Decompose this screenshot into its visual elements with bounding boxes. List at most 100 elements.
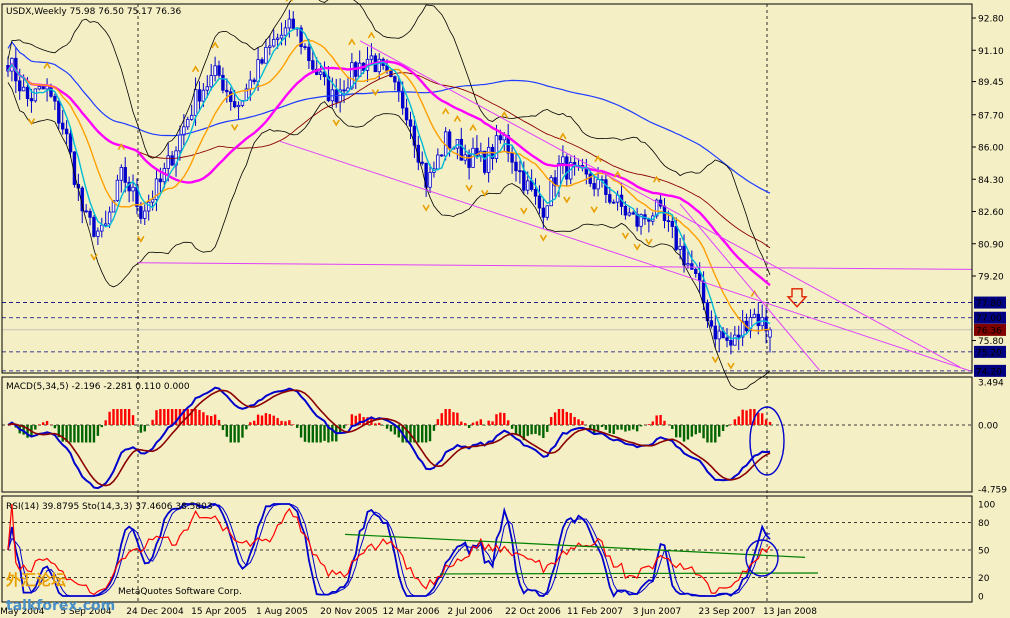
- macd-bar: [167, 409, 170, 425]
- macd-bar: [303, 425, 307, 442]
- candle-body: [103, 223, 108, 226]
- macd-bar: [88, 425, 92, 443]
- candle-body: [100, 224, 104, 232]
- candle-body: [756, 313, 760, 327]
- macd-bar: [632, 425, 635, 430]
- macd-bar: [577, 419, 580, 425]
- macd-bar: [194, 409, 197, 425]
- candle-body: [178, 134, 182, 152]
- macd-bar: [331, 425, 334, 442]
- candle-body: [592, 183, 596, 190]
- macd-bar: [452, 412, 455, 425]
- macd-bar: [471, 422, 475, 425]
- macd-bar: [45, 420, 49, 425]
- candle-body: [400, 90, 405, 109]
- candle-body: [752, 313, 757, 318]
- macd-bar: [596, 425, 600, 431]
- macd-y-tick-label: 3.494: [978, 379, 1004, 389]
- candle-body: [115, 179, 120, 202]
- macd-bar: [127, 409, 131, 425]
- macd-bar: [557, 409, 561, 425]
- candle-body: [545, 205, 549, 218]
- macd-bar: [421, 425, 424, 443]
- macd-bar: [600, 425, 604, 427]
- candle-body: [217, 65, 221, 76]
- macd-bar: [170, 409, 174, 425]
- macd-bar: [651, 421, 654, 425]
- macd-bar: [675, 425, 678, 438]
- candle-body: [107, 211, 112, 225]
- macd-bar: [436, 419, 440, 425]
- macd-bar: [108, 411, 111, 425]
- candle-body: [393, 76, 397, 83]
- candle-body: [123, 167, 127, 183]
- candle-body: [447, 131, 452, 149]
- osc-panel-header: RSI(14) 39.8795 Sto(14,3,3) 37.4606 38.5…: [6, 502, 213, 512]
- macd-bar: [428, 425, 432, 442]
- watermark-chinese: 外汇论坛: [5, 571, 66, 589]
- macd-bar: [624, 425, 627, 432]
- macd-bar: [96, 425, 100, 436]
- macd-bar: [100, 425, 103, 428]
- candle-body: [275, 37, 280, 40]
- candle-body: [627, 212, 632, 216]
- macd-bar: [581, 421, 584, 425]
- candle-body: [221, 74, 225, 91]
- candle-body: [197, 89, 202, 102]
- macd-bar: [510, 425, 514, 429]
- candle-body: [170, 155, 174, 166]
- candle-body: [690, 263, 694, 270]
- candle-body: [256, 59, 260, 83]
- macd-bar: [210, 416, 213, 425]
- osc-y-tick-label: 0: [978, 593, 984, 603]
- x-tick-label: 1 Aug 2005: [256, 607, 308, 617]
- macd-bar: [745, 410, 748, 425]
- candle-body: [29, 98, 34, 102]
- macd-bar: [764, 419, 768, 425]
- y-tick-label: 80.90: [978, 240, 1004, 250]
- macd-bar: [620, 425, 623, 430]
- candle-body: [666, 220, 671, 222]
- macd-bar: [506, 420, 510, 425]
- macd-bar: [417, 425, 420, 443]
- x-tick-label: 12 Mar 2006: [382, 607, 439, 617]
- candle-body: [701, 280, 706, 304]
- candle-body: [88, 210, 92, 218]
- macd-bar: [229, 425, 232, 443]
- macd-bar: [385, 425, 389, 429]
- candle-body: [631, 212, 635, 215]
- y-tick-label: 84.30: [978, 176, 1004, 186]
- candle-body: [64, 128, 69, 135]
- macd-bar: [628, 425, 631, 431]
- candle-body: [533, 189, 538, 197]
- macd-bar: [721, 425, 725, 431]
- candle-body: [498, 135, 503, 141]
- candle-body: [232, 101, 237, 108]
- candle-body: [143, 210, 147, 219]
- macd-bar: [424, 425, 428, 443]
- macd-bar: [671, 425, 674, 429]
- candle-body: [428, 172, 432, 188]
- macd-bar: [702, 425, 705, 439]
- macd-bar: [307, 425, 311, 443]
- candle-body: [369, 55, 374, 60]
- macd-bar: [225, 425, 229, 437]
- candle-body: [166, 155, 170, 169]
- macd-y-tick-label: -4.759: [978, 486, 1007, 496]
- watermark-meta: MetaQuotes Software Corp.: [118, 587, 242, 597]
- macd-bar: [124, 409, 127, 425]
- candle-body: [604, 179, 608, 195]
- macd-bar: [249, 422, 252, 425]
- candle-body: [119, 167, 124, 181]
- candle-body: [674, 226, 678, 250]
- macd-bar: [710, 425, 713, 443]
- macd-bar: [573, 416, 576, 425]
- candle-body: [623, 206, 628, 216]
- candle-body: [471, 147, 475, 168]
- candle-body: [397, 81, 401, 92]
- candle-body: [84, 210, 88, 213]
- macd-bar: [757, 412, 760, 425]
- candle-body: [494, 135, 499, 159]
- macd-bar: [678, 425, 682, 438]
- macd-bar: [256, 414, 260, 425]
